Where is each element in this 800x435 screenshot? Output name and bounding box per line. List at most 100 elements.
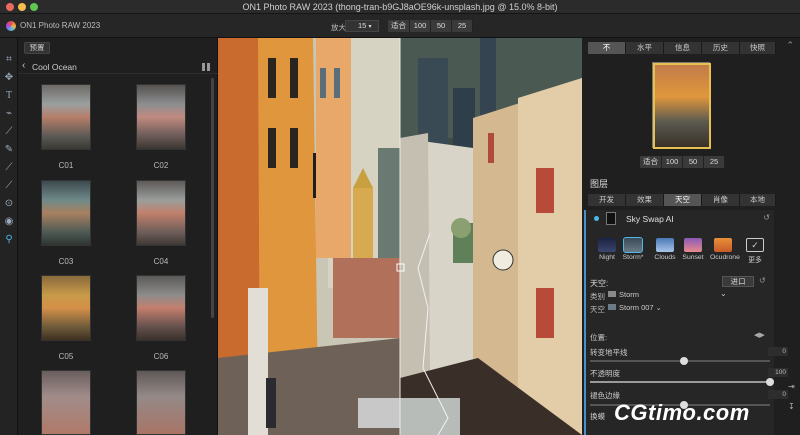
sky-field-label: 天空 xyxy=(590,305,605,314)
more-icon: ✓ xyxy=(746,238,764,252)
tab-sky[interactable]: 天空 xyxy=(664,194,702,206)
layers-header[interactable]: 图层 xyxy=(590,177,608,190)
chevron-down-icon[interactable]: ⌄ xyxy=(720,289,727,298)
tab-portrait[interactable]: 肖像 xyxy=(702,194,740,206)
back-icon[interactable]: ‹ xyxy=(22,60,25,71)
clone-icon[interactable]: ⊙ xyxy=(3,198,15,210)
tab-info[interactable]: 信息 xyxy=(664,42,702,54)
chevron-down-icon: ▾ xyxy=(368,24,372,30)
tab-local[interactable]: 本地 xyxy=(740,194,776,206)
tab-develop[interactable]: 开发 xyxy=(588,194,626,206)
preset-thumbnail-c06[interactable] xyxy=(136,275,186,341)
import-button[interactable]: 进口 xyxy=(722,276,754,287)
sky-preset-clouds[interactable]: Clouds xyxy=(652,238,678,261)
brush-icon[interactable]: ⟋ xyxy=(3,126,15,138)
nav-fit-button[interactable]: 适合 xyxy=(640,156,662,168)
panel-collapse-icon[interactable]: ⌃ xyxy=(786,40,794,51)
zoom-select[interactable]: 15 ▾ xyxy=(345,20,379,32)
text-icon[interactable]: T xyxy=(3,90,15,102)
position-arrows-icon[interactable]: ◀▶ xyxy=(754,331,765,339)
tab-level[interactable]: 水平 xyxy=(626,42,664,54)
sky-section-label: 天空: xyxy=(590,279,609,288)
tab-history[interactable]: 历史 xyxy=(702,42,740,54)
grid-view-icon[interactable] xyxy=(202,63,210,71)
module-tabs: 开发 效果 天空 肖像 本地 xyxy=(588,194,776,206)
preset-label: C06 xyxy=(153,352,169,361)
sky-thumb-icon xyxy=(608,304,616,310)
fade-edge-value[interactable]: 0 xyxy=(768,390,788,399)
right-panel: 不 水平 信息 历史 快照 ⌃ 适合 100 50 25 图层 开发 效果 天空… xyxy=(582,38,800,435)
preset-thumbnail-c05[interactable] xyxy=(41,275,91,341)
preset-thumbnail-c03[interactable] xyxy=(41,180,91,246)
eraser-icon[interactable]: ⟋ xyxy=(3,180,15,192)
preset-thumbnail[interactable] xyxy=(136,370,186,435)
zoom-tool-icon[interactable]: ⚲ xyxy=(3,234,15,246)
preset-thumbnail-c02[interactable] xyxy=(136,84,186,150)
reset-icon[interactable]: ↺ xyxy=(763,213,770,222)
horizon-slider[interactable] xyxy=(590,357,770,365)
filter-title: Sky Swap AI xyxy=(626,214,674,224)
tab-navigator[interactable]: 不 xyxy=(588,42,626,54)
category-select[interactable]: Storm xyxy=(608,290,728,300)
horizon-value[interactable]: 0 xyxy=(768,347,788,356)
preset-label: C01 xyxy=(58,161,74,170)
category-field-label: 类别 xyxy=(590,292,605,301)
browser-scrollbar[interactable] xyxy=(211,78,214,318)
slider-knob[interactable] xyxy=(766,378,774,386)
preset-thumbnail[interactable] xyxy=(41,370,91,435)
window-title: ON1 Photo RAW 2023 (thong-tran-b9GJ8aOE9… xyxy=(242,2,558,12)
crop-icon[interactable]: ⌗ xyxy=(3,54,15,66)
move-icon[interactable]: ✥ xyxy=(3,72,15,84)
zoom-100-button[interactable]: 100 xyxy=(410,20,431,32)
opacity-value[interactable]: 100 xyxy=(768,368,788,377)
image-canvas[interactable] xyxy=(218,38,582,435)
preset-label: C05 xyxy=(58,352,74,361)
sky-preset-night[interactable]: Night xyxy=(594,238,620,261)
presets-button[interactable]: 预置 xyxy=(24,42,50,54)
zoom-50-button[interactable]: 50 xyxy=(431,20,452,32)
tool-strip: ⌗ ✥ T ⌁ ⟋ ✎ ⟋ ⟋ ⊙ ◉ ⚲ xyxy=(0,38,18,435)
folder-icon xyxy=(608,291,616,297)
preset-browser: 预置 ‹ Cool Ocean C01 C02 C03 C04 C05 C06 xyxy=(18,38,218,435)
sky-preset-more[interactable]: ✓ 更多 xyxy=(742,238,768,264)
preset-label: C03 xyxy=(58,257,74,266)
nav-50-button[interactable]: 50 xyxy=(683,156,704,168)
breadcrumb[interactable]: ‹ Cool Ocean xyxy=(18,60,218,74)
nav-25-button[interactable]: 25 xyxy=(704,156,725,168)
red-eye-icon[interactable]: ◉ xyxy=(3,216,15,228)
preset-thumbnail-c04[interactable] xyxy=(136,180,186,246)
zoom-label: 放大 xyxy=(331,23,346,32)
sky-preset-sunset[interactable]: Sunset xyxy=(680,238,706,261)
sky-preset-storm[interactable]: Storm* xyxy=(620,237,646,261)
tab-effects[interactable]: 效果 xyxy=(626,194,664,206)
app-toolbar: ON1 Photo RAW 2023 放大 15 ▾ 适合 100 50 25 xyxy=(0,14,800,38)
zoom-fit-button[interactable]: 适合 xyxy=(388,20,410,32)
watermark: CGtimo.com xyxy=(614,400,750,425)
title-bar: ON1 Photo RAW 2023 (thong-tran-b9GJ8aOE9… xyxy=(0,0,800,14)
horizon-label: 转变地平线 xyxy=(590,348,628,357)
side-icon-2[interactable]: ↧ xyxy=(788,402,795,411)
position-label: 位置: xyxy=(590,333,608,342)
preset-thumbnail-c01[interactable] xyxy=(41,84,91,150)
app-logo-icon xyxy=(6,21,16,31)
slider-knob[interactable] xyxy=(680,357,688,365)
category-title: Cool Ocean xyxy=(32,62,77,72)
gradient-icon[interactable]: ⟋ xyxy=(3,162,15,174)
chevron-down-icon: ⌄ xyxy=(655,305,662,312)
navigator-preview[interactable] xyxy=(652,62,711,149)
sky-select[interactable]: Storm 007 ⌄ xyxy=(608,303,728,313)
nav-100-button[interactable]: 100 xyxy=(662,156,683,168)
filter-enable-dot[interactable] xyxy=(594,216,599,221)
zoom-25-button[interactable]: 25 xyxy=(452,20,473,32)
masking-brush-icon[interactable]: ✎ xyxy=(3,144,15,156)
sky-preset-ocudrone[interactable]: Ocudrone xyxy=(710,238,740,261)
mask-thumbnail[interactable] xyxy=(606,212,616,225)
tab-snapshots[interactable]: 快照 xyxy=(740,42,776,54)
side-icon-1[interactable]: ⇥ xyxy=(788,382,795,391)
preset-label: C04 xyxy=(153,257,169,266)
next-control-label: 换蟆 xyxy=(590,412,605,421)
import-reset-icon[interactable]: ↺ xyxy=(759,276,766,285)
retouch-icon[interactable]: ⌁ xyxy=(3,108,15,120)
panel-tabs: 不 水平 信息 历史 快照 xyxy=(588,42,776,54)
opacity-slider[interactable] xyxy=(590,378,774,386)
